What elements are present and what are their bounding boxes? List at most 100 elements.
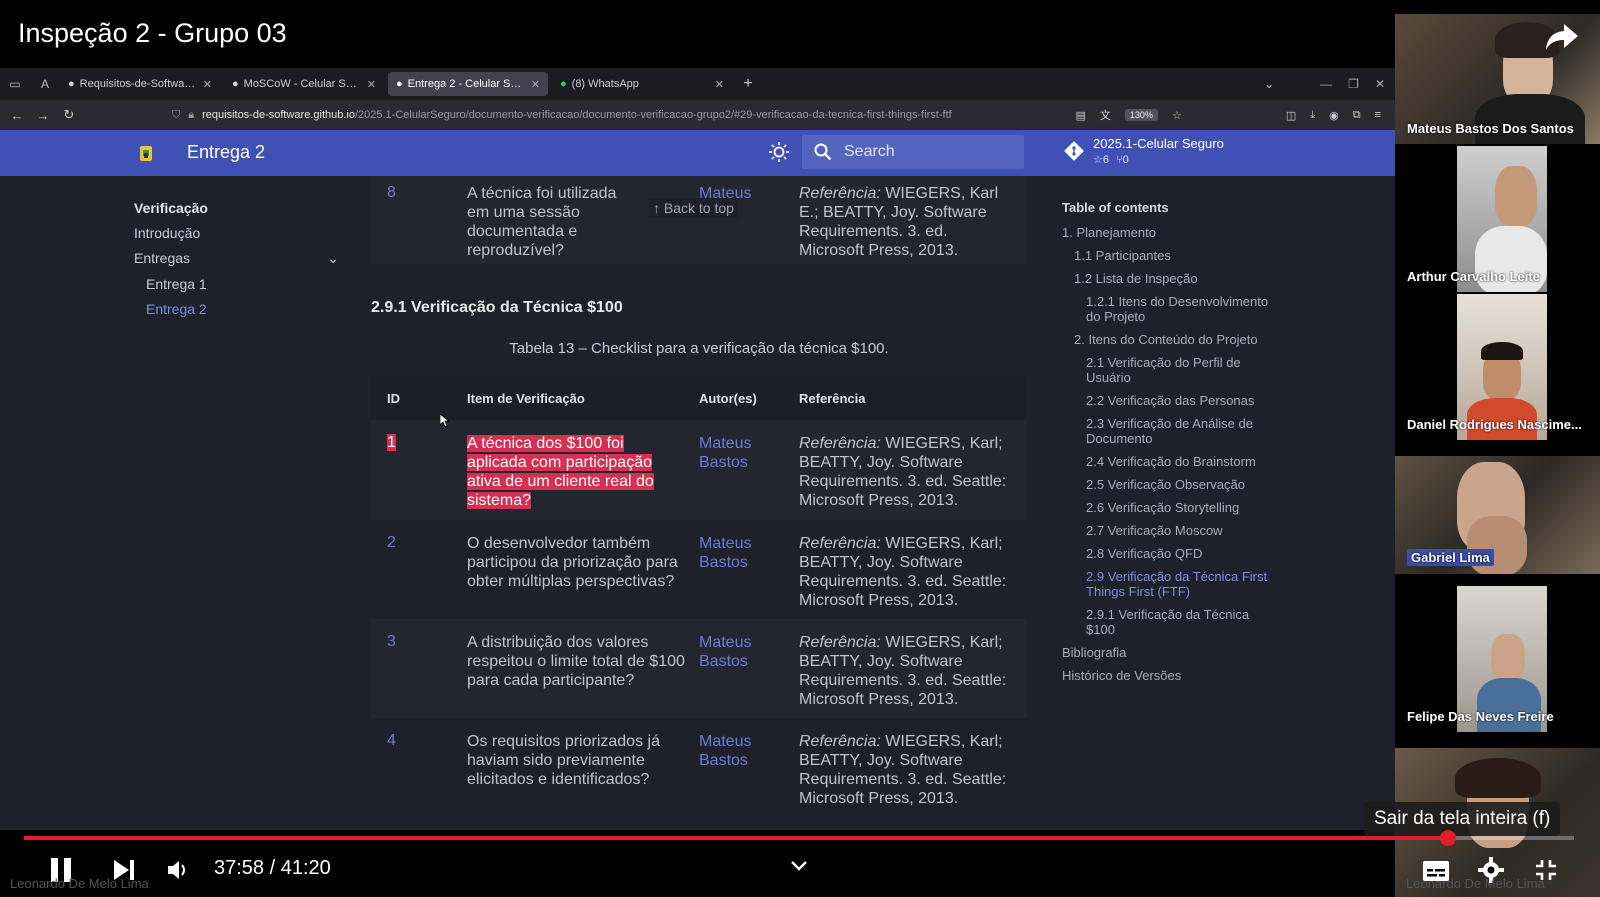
- toc-item[interactable]: 2.9.1 Verificação da Técnica $100: [1062, 607, 1272, 637]
- progress-bar[interactable]: [24, 830, 1574, 846]
- zoom-badge[interactable]: 130%: [1124, 109, 1158, 121]
- nav-item-label: Introdução: [134, 225, 201, 241]
- participant-tile[interactable]: Felipe Das Neves Freire: [1395, 586, 1600, 732]
- share-icon[interactable]: [1544, 18, 1580, 54]
- close-icon[interactable]: ✕: [367, 78, 376, 91]
- search-input[interactable]: Search: [802, 135, 1024, 169]
- row-author[interactable]: Mateus Bastos: [699, 434, 799, 520]
- maximize-icon[interactable]: ❐: [1348, 77, 1359, 91]
- search-icon: [814, 143, 832, 161]
- tab-list-icon[interactable]: ▭: [0, 77, 30, 91]
- star-icon[interactable]: ☆: [1172, 109, 1182, 122]
- toc-item[interactable]: 2.6 Verificação Storytelling: [1062, 500, 1272, 515]
- time-display: 37:58 / 41:20: [214, 857, 331, 879]
- participants-panel: Mateus Bastos Dos Santos Arthur Carvalho…: [1395, 14, 1600, 897]
- toc-item[interactable]: 2.1 Verificação do Perfil de Usuário: [1062, 355, 1272, 385]
- extensions-icon[interactable]: ⧉: [1353, 109, 1361, 122]
- browser-tab[interactable]: ● MoSCoW - Celular Seguro ✕: [224, 72, 384, 96]
- logo-icon[interactable]: [138, 143, 154, 163]
- chevron-down-icon[interactable]: [790, 860, 808, 872]
- row-author[interactable]: Mateus Bastos: [699, 633, 799, 718]
- star-icon: ☆: [1093, 154, 1103, 166]
- translate-icon[interactable]: 文: [1100, 107, 1111, 123]
- toc-item[interactable]: 1.1 Participantes: [1062, 248, 1272, 263]
- mouse-cursor-icon: [440, 414, 450, 428]
- row-item: Os requisitos priorizados já haviam sido…: [467, 733, 660, 788]
- back-icon[interactable]: ←: [4, 108, 30, 123]
- pinned-tab-icon[interactable]: A: [30, 77, 60, 91]
- ref-label: Referência:: [799, 634, 881, 651]
- nav-heading[interactable]: Verificação: [134, 200, 339, 216]
- video-player: Inspeção 2 - Grupo 03 ▭ A ● Requisitos-d…: [0, 0, 1600, 897]
- toc-item[interactable]: 2.4 Verificação do Brainstorm: [1062, 454, 1272, 469]
- participant-tile[interactable]: Arthur Carvalho Leite: [1395, 146, 1600, 292]
- browser-tab-active[interactable]: ● Entrega 2 - Celular Segur ✕: [388, 72, 548, 96]
- volume-icon[interactable]: [166, 858, 190, 882]
- toc-item[interactable]: 2.5 Verificação Observação: [1062, 477, 1272, 492]
- new-tab-icon[interactable]: +: [736, 75, 760, 93]
- time-total: 41:20: [280, 857, 331, 879]
- close-icon[interactable]: ✕: [531, 78, 540, 91]
- toc-item[interactable]: 2. Itens do Conteúdo do Projeto: [1062, 332, 1272, 347]
- toc-item[interactable]: 2.9 Verificação da Técnica First Things …: [1062, 569, 1272, 599]
- toc-item[interactable]: 1. Planejamento: [1062, 225, 1272, 240]
- toc-item[interactable]: Bibliografia: [1062, 645, 1272, 660]
- chevron-down-icon[interactable]: ⌄: [1264, 77, 1274, 91]
- reload-icon[interactable]: ↻: [56, 107, 82, 123]
- nav-item-label: Entregas: [134, 250, 191, 266]
- download-icon[interactable]: ⤓: [1310, 109, 1315, 122]
- ref-label: Referência:: [799, 535, 881, 552]
- row-id: 4: [387, 732, 396, 749]
- theme-toggle-icon[interactable]: [768, 141, 790, 163]
- tab-label: (8) WhatsApp: [571, 78, 639, 90]
- browser-toolbar-right: ▤ 文 130% ☆ ◫ ⤓ ◉ ⧉ ≡: [1076, 107, 1395, 123]
- repo-link[interactable]: 2025.1-Celular Seguro ☆6 ⑂0: [1063, 136, 1224, 166]
- nav-item-entrega-2[interactable]: Entrega 2: [134, 301, 339, 317]
- nav-item-entregas[interactable]: Entregas ⌄: [134, 250, 339, 267]
- toc-item[interactable]: 1.2.1 Itens do Desenvolvimento do Projet…: [1062, 294, 1272, 324]
- row-reference: Referência: WIEGERS, Karl; BEATTY, Joy. …: [799, 534, 1009, 619]
- participant-name: Mateus Bastos Dos Santos: [1407, 121, 1574, 136]
- back-to-top-button[interactable]: ↑ Back to top: [649, 198, 738, 218]
- menu-icon[interactable]: ≡: [1375, 109, 1381, 121]
- toc-heading: Table of contents: [1062, 200, 1169, 215]
- toc-item[interactable]: 2.8 Verificação QFD: [1062, 546, 1272, 561]
- browser-tab[interactable]: ● (8) WhatsApp ✕: [552, 72, 732, 96]
- ref-label: Referência:: [799, 185, 881, 202]
- row-author[interactable]: Mateus: [699, 184, 799, 264]
- chevron-down-icon[interactable]: ⌄: [327, 250, 339, 267]
- pocket-icon[interactable]: ◫: [1286, 109, 1296, 122]
- participant-tile[interactable]: Daniel Rodrigues Nascime...: [1395, 294, 1600, 440]
- fork-icon: ⑂: [1116, 154, 1123, 166]
- watermark: Leonardo De Melo Lima: [1406, 876, 1545, 891]
- url-bar[interactable]: ⛉ 🔒︎ requisitos-de-software.github.io/20…: [172, 109, 1032, 122]
- toc-item[interactable]: 2.7 Verificação Moscow: [1062, 523, 1272, 538]
- arrow-up-icon: ↑: [653, 200, 664, 216]
- browser-tab-bar: ▭ A ● Requisitos-de-Software/2 ✕ ● MoSCo…: [0, 68, 1395, 100]
- toc-item[interactable]: 1.2 Lista de Inspeção: [1062, 271, 1272, 286]
- page-content: Verificação Introdução Entregas ⌄ Entrega…: [0, 176, 1395, 830]
- watermark: Leonardo De Melo Lima: [10, 876, 149, 891]
- toc-item[interactable]: 2.3 Verificação de Análise de Documento: [1062, 416, 1272, 446]
- row-author[interactable]: Mateus Bastos: [699, 534, 799, 619]
- participant-tile[interactable]: Mateus Bastos Dos Santos: [1395, 14, 1600, 144]
- forward-icon[interactable]: →: [30, 108, 56, 123]
- browser-tab[interactable]: ● Requisitos-de-Software/2 ✕: [60, 72, 220, 96]
- nav-item-entrega-1[interactable]: Entrega 1: [134, 276, 339, 292]
- git-icon: [1064, 141, 1084, 161]
- toc-item[interactable]: 2.2 Verificação das Personas: [1062, 393, 1272, 408]
- close-window-icon[interactable]: ✕: [1375, 77, 1385, 91]
- close-icon[interactable]: ✕: [715, 78, 724, 91]
- account-icon[interactable]: ◉: [1329, 109, 1339, 122]
- reader-icon[interactable]: ▤: [1076, 109, 1086, 122]
- participant-tile-active-speaker[interactable]: Gabriel Lima: [1395, 456, 1600, 574]
- toc-item[interactable]: Histórico de Versões: [1062, 668, 1272, 683]
- repo-forks: 0: [1122, 154, 1129, 166]
- minimize-icon[interactable]: —: [1320, 77, 1332, 91]
- tab-label: Entrega 2 - Celular Segur: [407, 78, 526, 90]
- table-row: 8 A técnica foi utilizada em uma sessão …: [371, 176, 1027, 264]
- close-icon[interactable]: ✕: [203, 78, 212, 91]
- nav-item-introducao[interactable]: Introdução: [134, 225, 339, 241]
- url-domain: requisitos-de-software.github.io: [202, 109, 355, 121]
- row-author[interactable]: Mateus Bastos: [699, 732, 799, 817]
